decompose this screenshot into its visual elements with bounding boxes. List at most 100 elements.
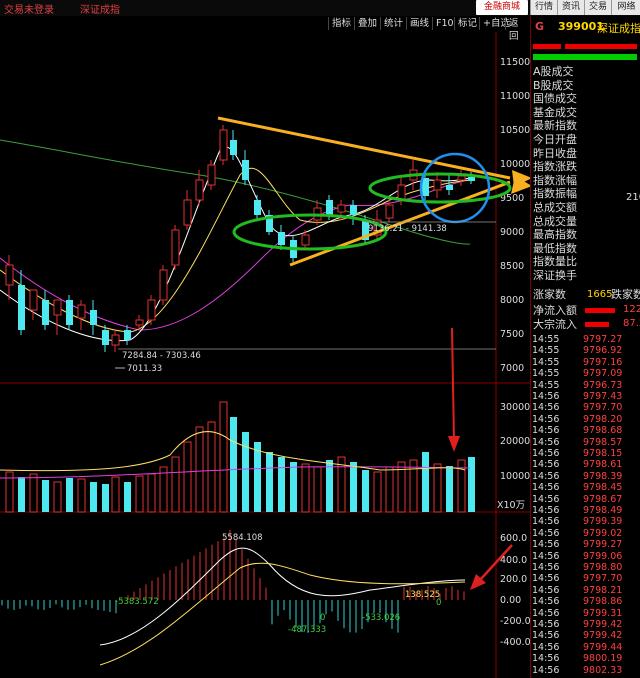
volume-bar	[230, 417, 237, 512]
tick-price: 9798.68	[583, 425, 623, 437]
quote-label: 最新指数	[533, 119, 577, 133]
macd-axis-label: 0.00	[500, 595, 521, 606]
volume-bar	[195, 426, 204, 513]
quote-label: 国债成交	[533, 92, 577, 106]
price-axis-label: 8000	[500, 295, 524, 306]
tick-row: 14:56 9798.49	[531, 505, 640, 516]
upper-trend-line	[217, 116, 511, 180]
toolbar-draw[interactable]: 画线	[406, 17, 432, 30]
tick-price: 9798.67	[583, 493, 623, 505]
quote-label: 总成交额	[533, 201, 577, 214]
quote-label: 基金成交	[533, 105, 577, 119]
tick-time: 14:56	[532, 493, 560, 505]
quote-side-panel: G 399001 深证成指 A股成交 B股成交 国债成交 基金成交 最新指数 今日开盘 昨日…	[530, 16, 640, 678]
tick-time: 14:56	[532, 584, 560, 596]
candle-body	[337, 204, 346, 213]
tick-price: 9798.57	[583, 436, 623, 448]
volume-bar	[254, 442, 261, 512]
tab-market[interactable]: 行情	[530, 0, 557, 15]
quote-label: 最低指数	[533, 241, 577, 255]
tick-time: 14:56	[532, 619, 560, 630]
tab-trade[interactable]: 交易	[584, 0, 611, 15]
price-axis-label: 10500	[500, 125, 530, 136]
toolbar-stats[interactable]: 统计	[380, 17, 406, 30]
tick-price: 9797.27	[583, 334, 623, 345]
volume-bar	[171, 456, 180, 513]
volume-axis-label: 10000	[500, 471, 530, 482]
quote-label: 指数涨跌	[533, 160, 577, 174]
tick-time: 14:56	[532, 630, 560, 642]
toolbar-mark[interactable]: 标记	[454, 17, 480, 30]
kline-chart[interactable]: 11500 11000 10500 10000 9500 9000 8500 8…	[0, 32, 530, 678]
candle-body	[254, 200, 261, 215]
tick-time: 14:55	[532, 379, 560, 391]
candle-body	[5, 264, 14, 286]
volume-bar	[29, 473, 38, 513]
quote-label: 最高指数	[533, 228, 577, 242]
candle-body	[326, 200, 333, 215]
tick-time: 14:56	[532, 516, 560, 528]
tick-time: 14:55	[532, 368, 560, 380]
candle-body	[90, 310, 97, 325]
toolbar-indicator[interactable]: 指标	[328, 17, 354, 30]
tick-price: 9798.21	[583, 584, 623, 596]
price-axis-label: 7000	[500, 363, 524, 374]
net-inflow-label: 净流入额	[533, 304, 577, 317]
volume-bar	[219, 401, 228, 513]
quote-label: 指数涨幅	[533, 173, 577, 187]
rise-count-label: 涨家数	[533, 288, 566, 301]
block-inflow-value: 87.2	[623, 318, 640, 329]
tick-price: 9798.86	[583, 596, 623, 608]
tick-price: 9799.44	[583, 641, 623, 653]
shop-button[interactable]: 金融商城	[476, 0, 528, 15]
mid-range-label: 9136.21 - 9141.38	[368, 224, 447, 234]
macd-axis-label: -200.0	[500, 616, 530, 627]
tick-row: 14:56 9799.39	[531, 516, 640, 527]
candle-body	[183, 199, 192, 226]
toolbar-f10[interactable]: F10	[432, 17, 457, 30]
volume-bar	[290, 462, 297, 512]
candle-body	[18, 285, 25, 330]
tick-row: 14:56 9797.43	[531, 391, 640, 402]
tick-price: 9799.42	[583, 630, 623, 642]
volume-bar	[446, 466, 453, 512]
tick-time: 14:56	[532, 413, 560, 425]
tick-price: 9797.70	[583, 402, 623, 414]
tick-price: 9799.39	[583, 516, 623, 528]
tick-price: 9799.06	[583, 550, 623, 562]
macd-dea-line	[99, 562, 466, 666]
trend-annotations	[217, 116, 530, 267]
block-inflow-bar	[585, 322, 609, 327]
toolbar-back[interactable]: 返回	[505, 17, 530, 42]
quote-label: A股成交	[533, 65, 574, 78]
tick-row: 14:56 9798.67	[531, 494, 640, 505]
tick-price: 9799.42	[583, 619, 623, 630]
volume-bar	[42, 480, 49, 512]
tick-row: 14:56 9798.61	[531, 459, 640, 470]
tick-row: 14:56 9798.20	[531, 414, 640, 425]
candle-body	[111, 334, 120, 346]
volume-bar	[422, 452, 429, 512]
tick-time: 14:56	[532, 550, 560, 562]
top-bar: 交易未登录 深证成指 金融商城 行情 资讯 交易 网络	[0, 0, 640, 17]
tab-news[interactable]: 资讯	[557, 0, 584, 15]
candle-body	[446, 185, 453, 190]
volume-bar	[350, 462, 357, 512]
macd-label-zero2: 0	[436, 598, 441, 608]
amplitude-partial-value: 210	[626, 192, 640, 203]
tick-row: 14:56 9799.42	[531, 619, 640, 630]
tick-time: 14:56	[532, 664, 560, 676]
tick-row: 14:56 9802.33	[531, 665, 640, 676]
toolbar-overlay[interactable]: 叠加	[354, 17, 380, 30]
tick-row: 14:56 9798.86	[531, 596, 640, 607]
tick-row: 14:56 9800.19	[531, 653, 640, 664]
quote-label: 指数量比	[533, 255, 577, 269]
tab-network[interactable]: 网络	[611, 0, 640, 15]
macd-axis-label: -400.0	[500, 637, 530, 648]
volume-bar	[90, 482, 97, 512]
quote-label: 指数振幅	[533, 187, 577, 201]
macd-axis: 600.0 400.0 200.0 0.00 -200.0 -400.0	[500, 533, 530, 648]
tick-time: 14:56	[532, 607, 560, 619]
tick-row: 14:56 9799.06	[531, 551, 640, 562]
tick-time: 14:56	[532, 539, 560, 551]
